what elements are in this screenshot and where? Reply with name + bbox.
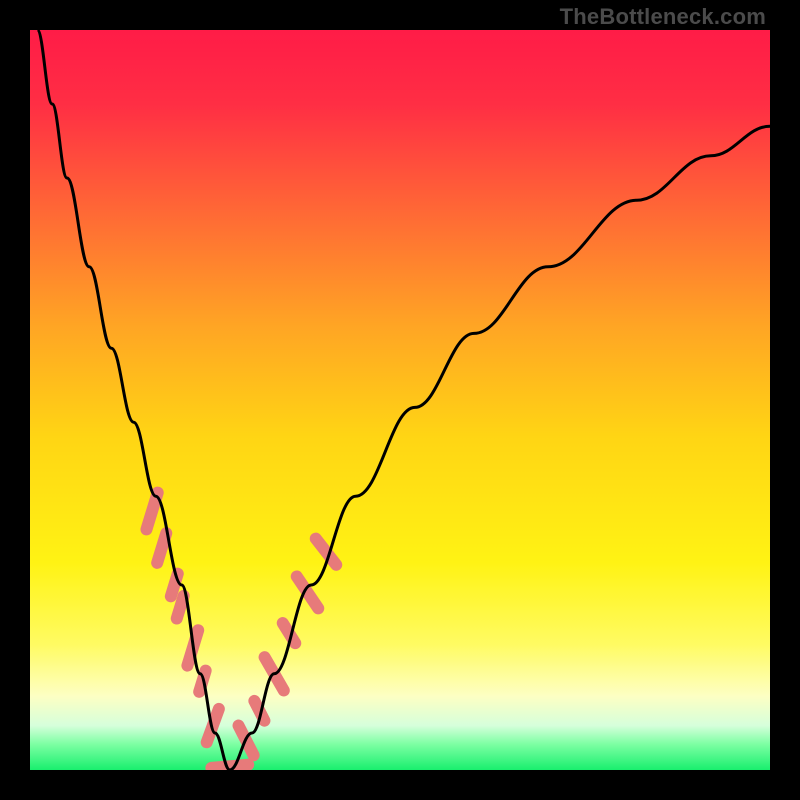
chart-area [30,30,770,770]
marker [177,596,184,619]
chart-svg [30,30,770,770]
outer-frame: TheBottleneck.com [0,0,800,800]
watermark-text: TheBottleneck.com [560,4,766,30]
marker [211,765,248,768]
gradient-background [30,30,770,770]
